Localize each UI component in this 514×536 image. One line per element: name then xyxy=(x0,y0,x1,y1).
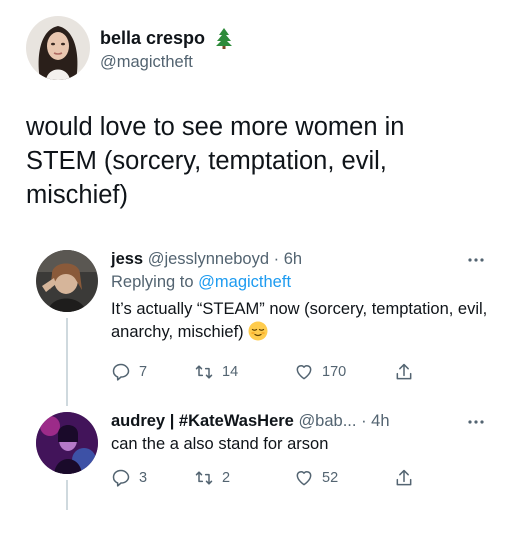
more-options-icon[interactable] xyxy=(466,252,486,268)
author-block: bella crespo @magictheft xyxy=(100,27,233,72)
author-handle[interactable]: @magictheft xyxy=(100,53,233,72)
author-name[interactable]: bella crespo xyxy=(100,28,205,49)
reply-text: It’s actually “STEAM” now (sorcery, temp… xyxy=(111,298,491,344)
separator-dot: · xyxy=(273,250,280,268)
like-count: 52 xyxy=(322,470,339,486)
reply-body: jess @jesslynneboyd · 6h Replying to @ma… xyxy=(111,250,491,381)
reply-action-bar: 3 2 52 xyxy=(111,468,441,492)
reply-header: audrey | #KateWasHere @bab... · 4h xyxy=(111,412,491,431)
avatar[interactable] xyxy=(26,16,90,80)
tweet-text: would love to see more women in STEM (so… xyxy=(26,113,405,209)
like-action[interactable]: 52 xyxy=(294,468,338,488)
reply-tweet: jess @jesslynneboyd · 6h Replying to @ma… xyxy=(36,250,506,400)
share-action[interactable] xyxy=(394,468,414,488)
avatar[interactable] xyxy=(36,250,98,312)
reply-timestamp[interactable]: 6h xyxy=(284,250,302,268)
reply-timestamp[interactable]: 4h xyxy=(371,412,389,430)
avatar[interactable] xyxy=(36,412,98,474)
reply-header: jess @jesslynneboyd · 6h xyxy=(111,250,491,269)
relieved-face-icon xyxy=(248,321,268,341)
retweet-count: 2 xyxy=(222,470,231,486)
reply-count: 7 xyxy=(139,364,148,380)
share-action[interactable] xyxy=(394,362,414,382)
like-action[interactable]: 170 xyxy=(294,362,346,382)
reply-action[interactable]: 3 xyxy=(111,468,147,488)
retweet-icon xyxy=(195,471,213,485)
replying-to-mention[interactable]: @magictheft xyxy=(198,273,291,291)
main-tweet-header: bella crespo @magictheft xyxy=(26,14,496,84)
reply-text-content: It’s actually “STEAM” now (sorcery, temp… xyxy=(111,300,488,341)
comment-icon xyxy=(112,469,130,487)
replying-to-label: Replying to xyxy=(111,273,194,291)
reply-author-name[interactable]: jess xyxy=(111,250,143,268)
replying-to-line: Replying to @magictheft xyxy=(111,273,491,292)
comment-icon xyxy=(112,363,130,381)
more-options-icon[interactable] xyxy=(466,414,486,430)
reply-text: can the a also stand for arson xyxy=(111,435,329,453)
reply-count: 3 xyxy=(139,470,148,486)
share-icon xyxy=(396,363,412,380)
retweet-count: 14 xyxy=(222,364,239,380)
share-icon xyxy=(396,469,412,486)
reply-author-handle[interactable]: @jesslynneboyd xyxy=(148,250,269,268)
heart-icon xyxy=(296,365,312,380)
retweet-action[interactable]: 2 xyxy=(194,468,230,488)
reply-author-name[interactable]: audrey | #KateWasHere xyxy=(111,412,294,430)
reply-body: audrey | #KateWasHere @bab... · 4h can t… xyxy=(111,412,491,487)
separator-dot: · xyxy=(361,412,367,430)
heart-icon xyxy=(296,471,312,486)
evergreen-tree-icon xyxy=(215,27,233,49)
reply-action-bar: 7 14 170 xyxy=(111,362,441,386)
retweet-icon xyxy=(195,365,213,379)
reply-author-handle[interactable]: @bab... xyxy=(298,412,356,430)
like-count: 170 xyxy=(322,364,347,380)
retweet-action[interactable]: 14 xyxy=(194,362,238,382)
reply-action[interactable]: 7 xyxy=(111,362,147,382)
reply-tweet: audrey | #KateWasHere @bab... · 4h can t… xyxy=(36,412,506,522)
